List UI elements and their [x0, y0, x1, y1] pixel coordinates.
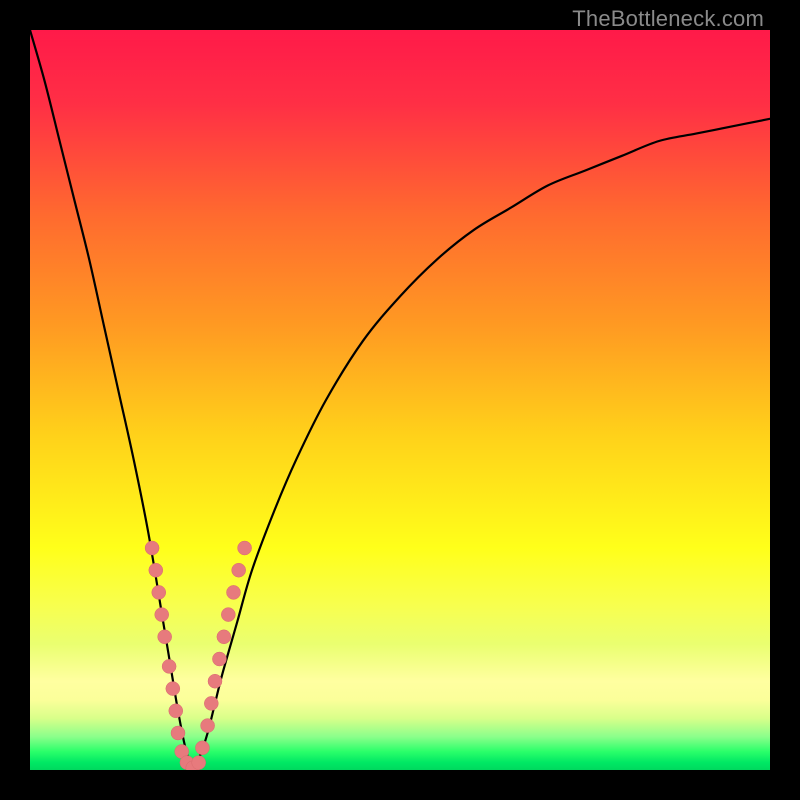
marker-dot — [238, 541, 252, 555]
marker-dot — [208, 674, 222, 688]
marker-dot — [201, 719, 215, 733]
marker-dot — [212, 652, 226, 666]
marker-dot — [192, 756, 206, 770]
watermark-text: TheBottleneck.com — [572, 6, 764, 32]
outer-frame: TheBottleneck.com — [0, 0, 800, 800]
marker-dot — [232, 563, 246, 577]
marker-dot — [166, 682, 180, 696]
marker-dot — [195, 741, 209, 755]
marker-dot — [162, 659, 176, 673]
marker-dot — [217, 630, 231, 644]
marker-dot — [149, 563, 163, 577]
marker-dot — [227, 585, 241, 599]
marker-dot — [171, 726, 185, 740]
marker-dot — [221, 608, 235, 622]
plot-area — [30, 30, 770, 770]
marker-dot — [158, 630, 172, 644]
marker-dot — [169, 704, 183, 718]
bottleneck-curve — [30, 30, 770, 770]
marker-dot — [204, 696, 218, 710]
highlighted-points — [145, 541, 252, 770]
marker-dot — [155, 608, 169, 622]
marker-dot — [152, 585, 166, 599]
marker-dot — [145, 541, 159, 555]
chart-svg — [30, 30, 770, 770]
